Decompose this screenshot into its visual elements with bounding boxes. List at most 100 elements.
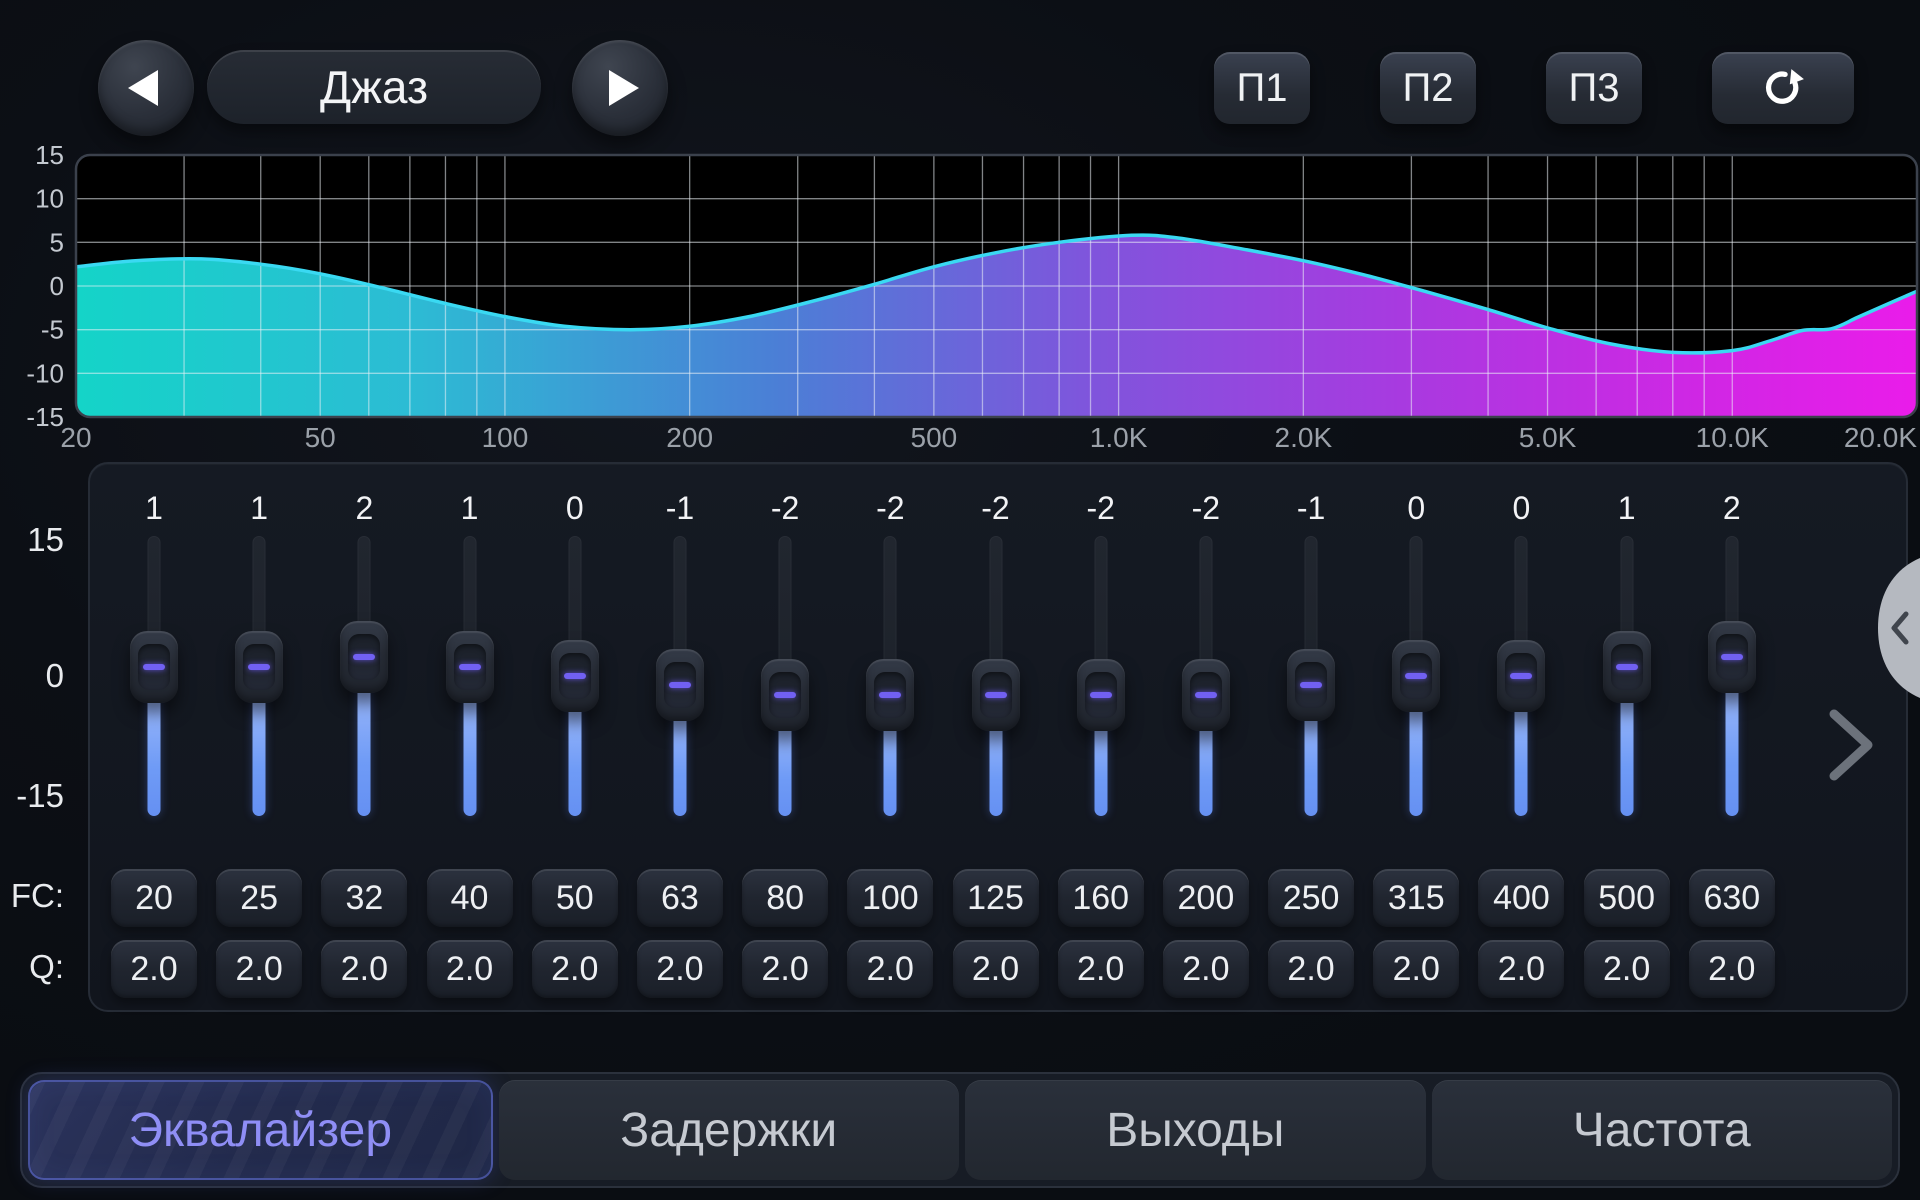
slider-fill: [673, 711, 686, 816]
slider-fill: [1725, 683, 1738, 816]
band-fc-value[interactable]: 125: [953, 869, 1039, 927]
slider-handle-inset: [348, 634, 380, 680]
band-gain-value: -1: [1297, 480, 1325, 536]
slider-handle[interactable]: [130, 631, 178, 703]
band-gain-slider[interactable]: [529, 536, 621, 816]
band-fc-value[interactable]: 630: [1689, 869, 1775, 927]
band-gain-slider[interactable]: [1160, 536, 1252, 816]
band-q-value[interactable]: 2.0: [637, 940, 723, 998]
band-q-value[interactable]: 2.0: [847, 940, 933, 998]
band-q-value[interactable]: 2.0: [532, 940, 618, 998]
band-fc-value[interactable]: 100: [847, 869, 933, 927]
band-gain-slider[interactable]: [739, 536, 831, 816]
slider-handle-dash: [1300, 682, 1322, 688]
slider-handle[interactable]: [340, 621, 388, 693]
band-q-value[interactable]: 2.0: [1058, 940, 1144, 998]
band-q-value[interactable]: 2.0: [216, 940, 302, 998]
band-q-value[interactable]: 2.0: [953, 940, 1039, 998]
tab-outputs[interactable]: Выходы: [965, 1080, 1426, 1180]
band-gain-slider[interactable]: [108, 536, 200, 816]
band-q-value[interactable]: 2.0: [111, 940, 197, 998]
band-gain-value: 0: [1513, 480, 1531, 536]
slider-handle[interactable]: [446, 631, 494, 703]
slider-handle[interactable]: [1603, 631, 1651, 703]
preset-selector[interactable]: Джаз: [207, 50, 541, 124]
slider-handle-inset: [243, 644, 275, 690]
slider-scale-min: -15: [0, 777, 64, 815]
band-gain-slider[interactable]: [424, 536, 516, 816]
band-fc-value[interactable]: 160: [1058, 869, 1144, 927]
band-gain-slider[interactable]: [634, 536, 726, 816]
band-gain-slider[interactable]: [844, 536, 936, 816]
band-gain-slider[interactable]: [1265, 536, 1357, 816]
band-fc-value[interactable]: 80: [742, 869, 828, 927]
slider-handle[interactable]: [235, 631, 283, 703]
slider-handle[interactable]: [1182, 659, 1230, 731]
band-fc-value[interactable]: 250: [1268, 869, 1354, 927]
slider-fill: [989, 721, 1002, 816]
tab-label: Выходы: [1106, 1103, 1284, 1158]
chart-y-tick: 15: [35, 140, 64, 170]
band-gain-slider[interactable]: [1686, 536, 1778, 816]
band-gain-slider[interactable]: [318, 536, 410, 816]
band-q-value[interactable]: 2.0: [1268, 940, 1354, 998]
band-q-value[interactable]: 2.0: [742, 940, 828, 998]
band-q-value[interactable]: 2.0: [1689, 940, 1775, 998]
slider-handle[interactable]: [1077, 659, 1125, 731]
slider-handle[interactable]: [551, 640, 599, 712]
eq-band-630hz: 26302.0: [1686, 480, 1778, 1010]
band-q-value[interactable]: 2.0: [1373, 940, 1459, 998]
band-q-value[interactable]: 2.0: [427, 940, 513, 998]
tab-equalizer[interactable]: Эквалайзер: [28, 1080, 493, 1180]
band-fc-value[interactable]: 32: [321, 869, 407, 927]
band-q-value[interactable]: 2.0: [1163, 940, 1249, 998]
eq-band-40hz: 1402.0: [424, 480, 516, 1010]
slider-fill: [148, 693, 161, 816]
band-gain-slider[interactable]: [1370, 536, 1462, 816]
chart-y-tick: -15: [26, 402, 64, 432]
slider-handle[interactable]: [1497, 640, 1545, 712]
band-fc-value[interactable]: 25: [216, 869, 302, 927]
preset-slot-2-button[interactable]: П2: [1380, 52, 1476, 124]
band-fc-value[interactable]: 63: [637, 869, 723, 927]
band-gain-slider[interactable]: [1055, 536, 1147, 816]
band-gain-slider[interactable]: [1581, 536, 1673, 816]
eq-band-315hz: 03152.0: [1370, 480, 1462, 1010]
chart-y-tick: -10: [26, 358, 64, 388]
reset-button[interactable]: [1712, 52, 1854, 124]
band-q-value[interactable]: 2.0: [321, 940, 407, 998]
slider-handle[interactable]: [761, 659, 809, 731]
band-q-value[interactable]: 2.0: [1478, 940, 1564, 998]
band-gain-slider[interactable]: [950, 536, 1042, 816]
band-gain-slider[interactable]: [1475, 536, 1567, 816]
tab-delays[interactable]: Задержки: [499, 1080, 960, 1180]
band-fc-value[interactable]: 50: [532, 869, 618, 927]
band-gain-value: -2: [981, 480, 1009, 536]
preset-slot-1-button[interactable]: П1: [1214, 52, 1310, 124]
slider-handle[interactable]: [866, 659, 914, 731]
slider-handle[interactable]: [656, 649, 704, 721]
slider-handle[interactable]: [1392, 640, 1440, 712]
slider-scale-zero: 0: [0, 657, 64, 695]
slider-fill: [884, 721, 897, 816]
slider-handle[interactable]: [1287, 649, 1335, 721]
tab-frequency[interactable]: Частота: [1432, 1080, 1893, 1180]
slider-handle-inset: [138, 644, 170, 690]
band-fc-value[interactable]: 400: [1478, 869, 1564, 927]
slider-handle-dash: [985, 692, 1007, 698]
band-fc-value[interactable]: 315: [1373, 869, 1459, 927]
preset-slot-3-button[interactable]: П3: [1546, 52, 1642, 124]
band-fc-value[interactable]: 40: [427, 869, 513, 927]
side-drawer-handle[interactable]: [1856, 552, 1920, 704]
band-fc-value[interactable]: 200: [1163, 869, 1249, 927]
band-gain-value: -1: [666, 480, 694, 536]
band-fc-value[interactable]: 500: [1584, 869, 1670, 927]
more-bands-chevron-right-icon[interactable]: [1822, 706, 1878, 784]
band-gain-slider[interactable]: [213, 536, 305, 816]
slider-handle-inset: [874, 672, 906, 718]
slider-handle[interactable]: [1708, 621, 1756, 693]
band-q-value[interactable]: 2.0: [1584, 940, 1670, 998]
band-fc-value[interactable]: 20: [111, 869, 197, 927]
slider-handle[interactable]: [972, 659, 1020, 731]
slider-handle-dash: [879, 692, 901, 698]
